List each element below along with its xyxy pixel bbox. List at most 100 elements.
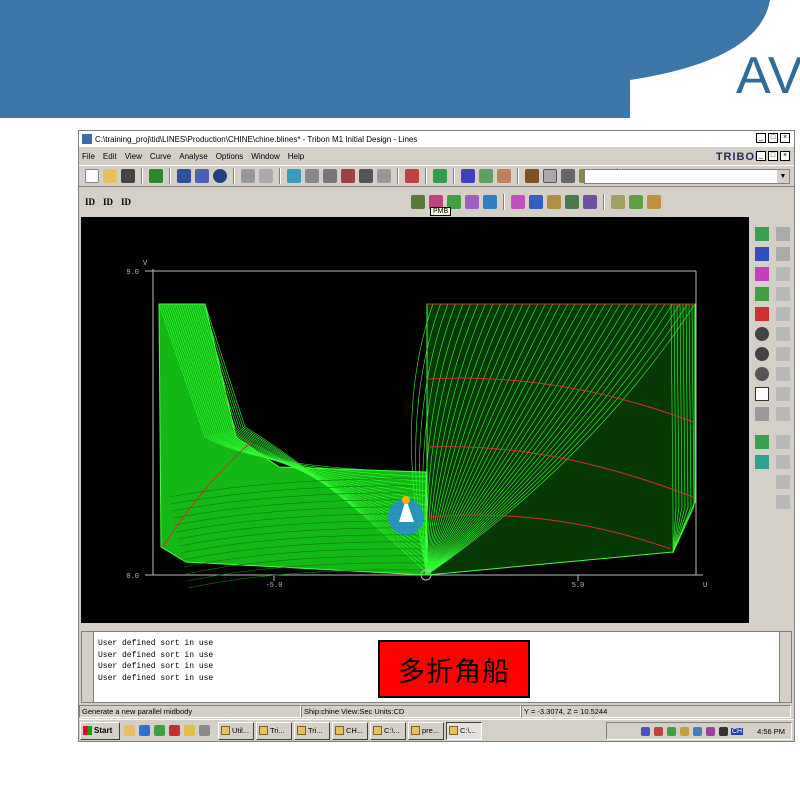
taskbar-item-pre[interactable]: pre... bbox=[408, 721, 444, 740]
tool-icon-8[interactable] bbox=[776, 367, 790, 381]
eraser-icon[interactable] bbox=[755, 287, 769, 301]
graph-icon[interactable] bbox=[497, 169, 511, 183]
tray-icon-2[interactable] bbox=[653, 726, 663, 736]
tool-icon-12[interactable] bbox=[776, 455, 790, 469]
id-button-3[interactable]: ID bbox=[121, 197, 131, 207]
intersect-icon[interactable] bbox=[511, 195, 526, 209]
taskbar-item-ch[interactable]: CH... bbox=[332, 721, 368, 740]
tool-icon-9[interactable] bbox=[776, 387, 790, 401]
plot-canvas[interactable]: V U 9.0 0.0 -5.0 5.0 bbox=[81, 217, 749, 623]
layers-icon[interactable] bbox=[755, 407, 769, 421]
language-indicator[interactable]: CH bbox=[730, 727, 744, 735]
new-file-icon[interactable] bbox=[85, 169, 99, 183]
book-icon[interactable] bbox=[525, 169, 539, 183]
render-icon[interactable] bbox=[213, 169, 227, 183]
tray-icon-7[interactable] bbox=[718, 726, 728, 736]
waterline-icon[interactable] bbox=[755, 247, 769, 261]
doc-minimize-button[interactable]: _ bbox=[756, 151, 766, 161]
zoom-window-icon[interactable] bbox=[755, 367, 769, 381]
menu-edit[interactable]: Edit bbox=[103, 152, 117, 161]
close-button[interactable]: × bbox=[780, 133, 790, 143]
join-icon[interactable] bbox=[583, 195, 598, 209]
properties-icon[interactable] bbox=[241, 169, 255, 183]
tool-icon-4[interactable] bbox=[776, 287, 790, 301]
mesh-icon[interactable] bbox=[647, 195, 662, 209]
tray-icon-3[interactable] bbox=[666, 726, 676, 736]
undo-icon[interactable] bbox=[776, 227, 790, 241]
menu-view[interactable]: View bbox=[125, 152, 142, 161]
menu-curve[interactable]: Curve bbox=[150, 152, 171, 161]
taskbar-item-c-1[interactable]: C:\... bbox=[370, 721, 406, 740]
start-button[interactable]: Start bbox=[80, 721, 120, 740]
quicklaunch-ie-icon[interactable] bbox=[139, 725, 150, 736]
highlight-icon[interactable] bbox=[479, 169, 493, 183]
menu-help[interactable]: Help bbox=[288, 152, 304, 161]
zoom-out-icon[interactable] bbox=[755, 347, 769, 361]
quicklaunch-app-icon[interactable] bbox=[154, 725, 165, 736]
blend-icon[interactable] bbox=[465, 195, 480, 209]
arc-icon[interactable] bbox=[755, 455, 769, 469]
doc-close-button[interactable]: × bbox=[780, 151, 790, 161]
check-icon[interactable] bbox=[405, 169, 419, 183]
console-left-scrollbar[interactable] bbox=[82, 632, 94, 702]
tray-icon-5[interactable] bbox=[692, 726, 702, 736]
menu-window[interactable]: Window bbox=[251, 152, 279, 161]
menu-analyse[interactable]: Analyse bbox=[179, 152, 207, 161]
section-view-icon[interactable] bbox=[755, 227, 769, 241]
command-combo[interactable]: ▼ bbox=[584, 169, 790, 184]
patch-icon[interactable] bbox=[629, 195, 644, 209]
trim-icon[interactable] bbox=[547, 195, 562, 209]
id-button-2[interactable]: ID bbox=[103, 197, 113, 207]
edit-curve-icon[interactable] bbox=[377, 169, 391, 183]
extend-icon[interactable] bbox=[529, 195, 544, 209]
print-icon[interactable] bbox=[195, 169, 209, 183]
pick-icon[interactable] bbox=[259, 169, 273, 183]
quicklaunch-app2-icon[interactable] bbox=[169, 725, 180, 736]
diamond-icon[interactable] bbox=[433, 169, 447, 183]
doc-restore-button[interactable]: □ bbox=[768, 151, 778, 161]
quicklaunch-app3-icon[interactable] bbox=[184, 725, 195, 736]
tool-icon-3[interactable] bbox=[776, 267, 790, 281]
pmb-icon[interactable] bbox=[411, 195, 426, 209]
tool-icon-6[interactable] bbox=[776, 327, 790, 341]
quicklaunch-desktop-icon[interactable] bbox=[124, 725, 135, 736]
tool-icon-10[interactable] bbox=[776, 407, 790, 421]
taskbar-item-util[interactable]: Util... bbox=[218, 721, 254, 740]
zoom-in-icon[interactable] bbox=[755, 327, 769, 341]
tray-icon-6[interactable] bbox=[705, 726, 715, 736]
id-button-1[interactable]: ID bbox=[85, 197, 95, 207]
taskbar-item-c-active[interactable]: C:\... bbox=[446, 721, 482, 740]
table-icon[interactable] bbox=[543, 169, 557, 183]
tray-icon-4[interactable] bbox=[679, 726, 689, 736]
fair-icon[interactable] bbox=[359, 169, 373, 183]
open-folder-icon[interactable] bbox=[103, 169, 117, 183]
tray-icon-1[interactable] bbox=[640, 726, 650, 736]
knuckle-icon[interactable] bbox=[341, 169, 355, 183]
tool-icon-7[interactable] bbox=[776, 347, 790, 361]
maximize-button[interactable]: □ bbox=[768, 133, 778, 143]
quicklaunch-app4-icon[interactable] bbox=[199, 725, 210, 736]
surface-icon[interactable] bbox=[611, 195, 626, 209]
taskbar-item-tri-1[interactable]: Tri... bbox=[256, 721, 292, 740]
curve-fit-icon[interactable] bbox=[305, 169, 319, 183]
page-icon[interactable] bbox=[755, 387, 769, 401]
buttock-icon[interactable] bbox=[755, 267, 769, 281]
delete-point-icon[interactable] bbox=[755, 307, 769, 321]
section-icon[interactable] bbox=[287, 169, 301, 183]
report-icon[interactable] bbox=[561, 169, 575, 183]
menu-options[interactable]: Options bbox=[216, 152, 244, 161]
tree-view-icon[interactable] bbox=[177, 169, 191, 183]
draw-curve-icon[interactable] bbox=[755, 435, 769, 449]
console-scrollbar[interactable] bbox=[779, 632, 791, 702]
tool-icon-5[interactable] bbox=[776, 307, 790, 321]
minimize-button[interactable]: _ bbox=[756, 133, 766, 143]
ruler-icon[interactable] bbox=[461, 169, 475, 183]
menu-file[interactable]: File bbox=[82, 152, 95, 161]
tool-icon-13[interactable] bbox=[776, 475, 790, 489]
taskbar-item-tri-2[interactable]: Tri... bbox=[294, 721, 330, 740]
tool-icon-11[interactable] bbox=[776, 435, 790, 449]
move-point-icon[interactable] bbox=[323, 169, 337, 183]
tool-icon-14[interactable] bbox=[776, 495, 790, 509]
redo-icon[interactable] bbox=[776, 247, 790, 261]
split-icon[interactable] bbox=[565, 195, 580, 209]
